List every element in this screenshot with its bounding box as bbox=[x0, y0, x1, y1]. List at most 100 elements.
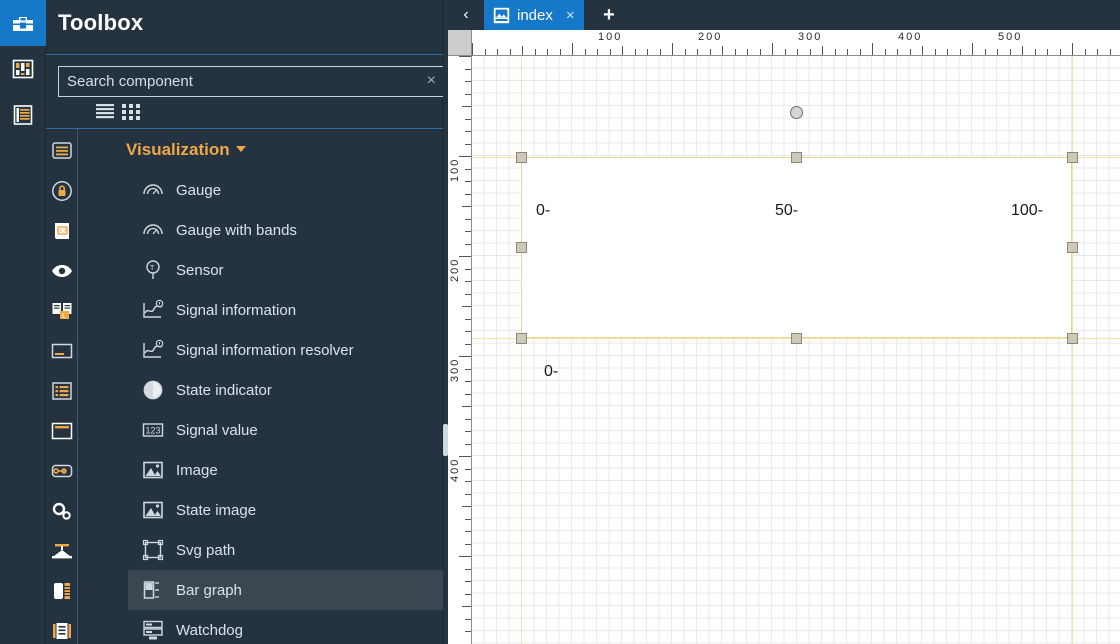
ruler-tick bbox=[584, 49, 586, 55]
tab-close-icon[interactable]: × bbox=[566, 7, 575, 24]
category-valve[interactable] bbox=[46, 531, 78, 571]
category-panel[interactable] bbox=[46, 411, 78, 451]
link-icon bbox=[51, 464, 73, 478]
ruler-tick bbox=[559, 49, 561, 55]
component-item-watchdog[interactable]: Watchdog bbox=[128, 610, 443, 644]
ruler-tick bbox=[462, 106, 471, 107]
component-item-sensor[interactable]: T Sensor bbox=[128, 250, 443, 290]
category-visibility[interactable] bbox=[46, 251, 78, 291]
tab-back-button[interactable]: ‹ bbox=[452, 0, 480, 30]
rail-item-properties[interactable] bbox=[0, 46, 46, 92]
tab-label: index bbox=[517, 6, 553, 24]
ruler-label-v: 400 bbox=[449, 457, 461, 482]
rotate-handle[interactable] bbox=[790, 106, 803, 119]
ruler-corner bbox=[448, 30, 472, 56]
component-label: Gauge bbox=[176, 181, 222, 199]
component-item-signal-information-resolver[interactable]: Signal information resolver bbox=[128, 330, 443, 370]
component-label: State image bbox=[176, 501, 257, 519]
ruler-tick bbox=[1009, 49, 1011, 55]
ruler-tick bbox=[709, 49, 711, 55]
component-item-state-indicator[interactable]: State indicator bbox=[128, 370, 443, 410]
handle-bottom-right[interactable] bbox=[1067, 333, 1078, 344]
ruler-tick bbox=[465, 581, 471, 582]
category-script[interactable]: <> bbox=[46, 211, 78, 251]
component-label: Svg path bbox=[176, 541, 236, 559]
ruler-tick bbox=[722, 46, 723, 55]
ruler-tick bbox=[522, 46, 523, 55]
category-documentation[interactable]: L bbox=[46, 291, 78, 331]
ruler-tick bbox=[809, 49, 811, 55]
tab-add-button[interactable]: + bbox=[595, 0, 623, 30]
grid-view-icon[interactable] bbox=[122, 103, 140, 121]
guide-vertical-left bbox=[521, 56, 522, 644]
ruler-tick bbox=[465, 368, 471, 370]
list-items-icon bbox=[52, 382, 72, 400]
rail-item-toolbox[interactable] bbox=[0, 0, 46, 46]
svg-path-icon bbox=[142, 539, 164, 561]
ruler-tick bbox=[859, 49, 861, 55]
handle-middle-left[interactable] bbox=[516, 242, 527, 253]
vertical-ruler[interactable]: 100 200 300 400 bbox=[448, 56, 472, 644]
ruler-tick bbox=[465, 418, 471, 420]
handle-middle-right[interactable] bbox=[1067, 242, 1078, 253]
svg-text:L: L bbox=[62, 313, 66, 320]
list-view-icon[interactable] bbox=[96, 103, 114, 121]
ruler-tick bbox=[959, 49, 961, 55]
component-item-signal-information[interactable]: Signal information bbox=[128, 290, 443, 330]
ruler-tick bbox=[465, 393, 471, 395]
panel-title: Toolbox bbox=[58, 10, 144, 35]
component-item-gauge-with-bands[interactable]: Gauge with bands bbox=[128, 210, 443, 250]
horizontal-ruler[interactable]: 100 200 300 400 500 bbox=[472, 30, 1120, 56]
handle-bottom-left[interactable] bbox=[516, 333, 527, 344]
ruler-tick bbox=[465, 131, 471, 132]
ruler-tick bbox=[462, 606, 471, 607]
category-security[interactable] bbox=[46, 171, 78, 211]
handle-top-center[interactable] bbox=[791, 152, 802, 163]
handle-top-left[interactable] bbox=[516, 152, 527, 163]
ruler-tick bbox=[465, 168, 471, 170]
signal-information-resolver-icon bbox=[143, 339, 164, 358]
ruler-tick bbox=[684, 49, 686, 55]
gauge-bands-icon bbox=[143, 224, 163, 235]
documentation-icon: L bbox=[52, 303, 72, 320]
component-group-header[interactable]: Visualization bbox=[126, 140, 246, 160]
ruler-tick bbox=[572, 43, 573, 55]
component-item-svg-path[interactable]: Svg path bbox=[128, 530, 443, 570]
search-input[interactable] bbox=[58, 66, 444, 97]
bar-graph-widget[interactable]: 0- 50- 100- 0- bbox=[521, 157, 1072, 380]
component-item-state-image[interactable]: State image bbox=[128, 490, 443, 530]
component-label: Image bbox=[176, 461, 218, 479]
category-settings[interactable] bbox=[46, 491, 78, 531]
ruler-label-v: 200 bbox=[449, 257, 461, 282]
component-item-gauge[interactable]: Gauge bbox=[128, 170, 443, 210]
category-list[interactable] bbox=[46, 371, 78, 411]
widget-axis-label-x-max: 100- bbox=[1011, 202, 1044, 219]
component-item-bar-graph[interactable]: Bar graph bbox=[128, 570, 443, 610]
handle-bottom-center[interactable] bbox=[791, 333, 802, 344]
panel-icon bbox=[51, 422, 73, 440]
ruler-tick bbox=[465, 318, 471, 320]
rail-item-library[interactable] bbox=[0, 92, 46, 138]
ruler-tick bbox=[465, 481, 471, 482]
ruler-tick bbox=[1072, 43, 1073, 55]
window-icon bbox=[51, 343, 73, 359]
tab-index[interactable]: index × bbox=[484, 0, 584, 30]
sensor-icon: T bbox=[146, 260, 160, 279]
ruler-tick bbox=[1059, 49, 1061, 55]
category-tank[interactable] bbox=[46, 571, 78, 611]
design-canvas[interactable]: 0- 50- 100- 0- bbox=[472, 56, 1120, 644]
svg-text:T: T bbox=[150, 265, 155, 272]
component-item-signal-value[interactable]: 123 Signal value bbox=[128, 410, 443, 450]
ruler-tick bbox=[822, 46, 823, 55]
component-item-image[interactable]: Image bbox=[128, 450, 443, 490]
category-device[interactable] bbox=[46, 611, 78, 644]
category-window[interactable] bbox=[46, 331, 78, 371]
ruler-tick bbox=[622, 46, 623, 55]
handle-top-right[interactable] bbox=[1067, 152, 1078, 163]
category-all-components[interactable] bbox=[46, 131, 78, 171]
category-link[interactable] bbox=[46, 451, 78, 491]
search-clear-icon[interactable]: × bbox=[427, 72, 436, 90]
ruler-tick bbox=[972, 43, 973, 55]
ruler-tick bbox=[465, 118, 471, 120]
ruler-tick bbox=[547, 49, 548, 55]
